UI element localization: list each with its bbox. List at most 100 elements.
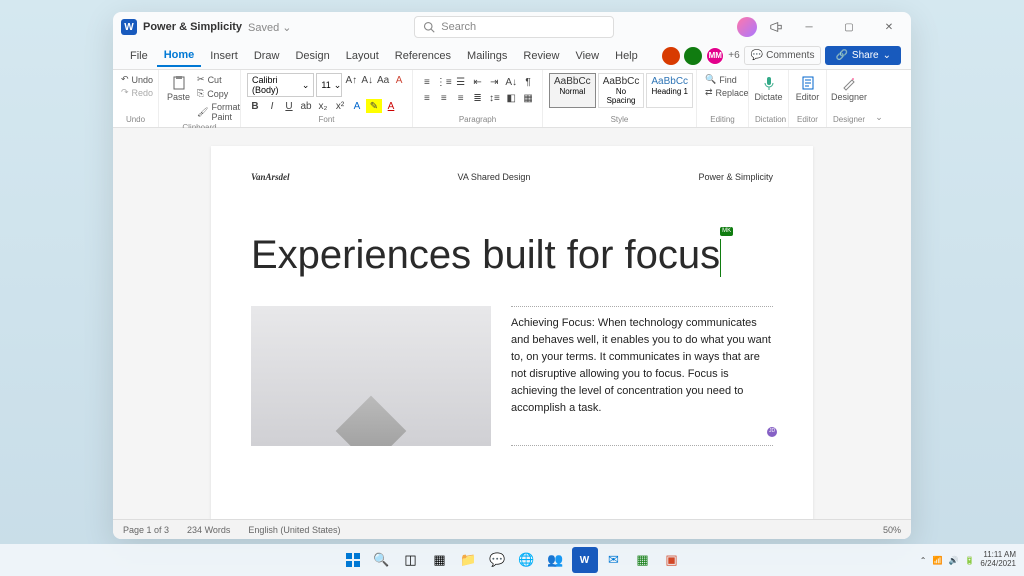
indent-left-button[interactable]: ⇤ (470, 75, 486, 89)
strike-button[interactable]: ab (298, 99, 314, 113)
tab-draw[interactable]: Draw (247, 46, 287, 66)
shading-button[interactable]: ◧ (503, 91, 519, 105)
show-marks-button[interactable]: ¶ (520, 75, 536, 89)
collab-avatar-3[interactable]: MM (706, 47, 724, 65)
tab-file[interactable]: File (123, 46, 155, 66)
underline-button[interactable]: U (281, 99, 297, 113)
maximize-button[interactable]: ▢ (835, 16, 863, 38)
system-tray[interactable]: ⌃ 📶 🔊 🔋 11:11 AM6/24/2021 (920, 551, 1016, 569)
grow-font-button[interactable]: A↑ (344, 73, 358, 87)
group-paragraph: ≡ ⋮≡ ☰ ⇤ ⇥ A↓ ¶ ≡ ≡ ≡ ≣ ↕≡ ◧ ▦ Paragraph (413, 70, 543, 127)
minimize-button[interactable]: ─ (795, 16, 823, 38)
edge-icon[interactable]: 🌐 (514, 547, 540, 573)
doc-heading[interactable]: Experiences built for focusMK (251, 232, 773, 278)
shrink-font-button[interactable]: A↓ (360, 73, 374, 87)
style-no-spacing[interactable]: AaBbCcNo Spacing (598, 73, 645, 108)
megaphone-icon[interactable] (769, 20, 783, 34)
font-color-button[interactable]: A (383, 99, 399, 113)
profile-avatar[interactable] (737, 17, 757, 37)
tab-help[interactable]: Help (608, 46, 645, 66)
document-canvas[interactable]: VanArsdel VA Shared Design Power & Simpl… (113, 128, 911, 519)
justify-button[interactable]: ≣ (470, 91, 486, 105)
collab-avatar-1[interactable] (662, 47, 680, 65)
copy-button[interactable]: ⎘ Copy (195, 87, 242, 100)
line-spacing-button[interactable]: ↕≡ (486, 91, 502, 105)
tab-home[interactable]: Home (157, 45, 202, 67)
highlight-button[interactable]: ✎ (366, 99, 382, 113)
format-painter-button[interactable]: 🖌 Format Paint (195, 101, 242, 123)
cut-button[interactable]: ✂ Cut (195, 73, 242, 86)
indent-right-button[interactable]: ⇥ (486, 75, 502, 89)
dictate-button[interactable]: Dictate (755, 73, 782, 104)
font-size-select[interactable]: 11 ⌄ (316, 73, 342, 97)
tab-references[interactable]: References (388, 46, 458, 66)
find-button[interactable]: 🔍 Find (703, 73, 742, 86)
italic-button[interactable]: I (264, 99, 280, 113)
excel-icon[interactable]: ▦ (630, 547, 656, 573)
save-status[interactable]: Saved ⌄ (248, 21, 291, 34)
font-name-select[interactable]: Calibri (Body) ⌄ (247, 73, 314, 97)
collab-cursor: MK (720, 239, 721, 277)
designer-button[interactable]: Designer (833, 73, 865, 104)
group-undo: ↶ Undo ↷ Redo Undo (113, 70, 159, 127)
teams-icon[interactable]: 👥 (543, 547, 569, 573)
image-placeholder[interactable] (251, 306, 491, 446)
widgets-icon[interactable]: ▦ (427, 547, 453, 573)
powerpoint-icon[interactable]: ▣ (659, 547, 685, 573)
collab-avatar-2[interactable] (684, 47, 702, 65)
ribbon-collapse-button[interactable]: ⌄ (871, 70, 887, 127)
tab-design[interactable]: Design (288, 46, 336, 66)
share-button[interactable]: 🔗 Share ⌄ (825, 46, 901, 65)
wifi-icon[interactable]: 📶 (933, 556, 943, 565)
style-heading1[interactable]: AaBbCcHeading 1 (646, 73, 693, 108)
subscript-button[interactable]: x₂ (315, 99, 331, 113)
tab-insert[interactable]: Insert (203, 46, 245, 66)
doc-body[interactable]: Achieving Focus: When technology communi… (511, 306, 773, 446)
explorer-icon[interactable]: 📁 (456, 547, 482, 573)
status-words[interactable]: 234 Words (187, 525, 230, 535)
change-case-button[interactable]: Aa (376, 73, 390, 87)
search-input[interactable]: Search (414, 16, 614, 38)
sort-button[interactable]: A↓ (503, 75, 519, 89)
word-taskbar-icon[interactable]: W (572, 547, 598, 573)
status-page[interactable]: Page 1 of 3 (123, 525, 169, 535)
chat-icon[interactable]: 💬 (485, 547, 511, 573)
numbering-button[interactable]: ⋮≡ (436, 75, 452, 89)
tab-layout[interactable]: Layout (339, 46, 386, 66)
comments-button[interactable]: 💬 Comments (744, 46, 822, 65)
paste-button[interactable]: Paste (165, 73, 192, 104)
bold-button[interactable]: B (247, 99, 263, 113)
taskbar[interactable]: 🔍 ◫ ▦ 📁 💬 🌐 👥 W ✉ ▦ ▣ ⌃ 📶 🔊 🔋 11:11 AM6/… (0, 544, 1024, 576)
align-center-button[interactable]: ≡ (436, 91, 452, 105)
start-button[interactable] (340, 547, 366, 573)
tab-review[interactable]: Review (516, 46, 566, 66)
borders-button[interactable]: ▦ (520, 91, 536, 105)
taskview-icon[interactable]: ◫ (398, 547, 424, 573)
volume-icon[interactable]: 🔊 (948, 556, 958, 565)
collab-more[interactable]: +6 (728, 50, 739, 61)
style-normal[interactable]: AaBbCcNormal (549, 73, 596, 108)
close-button[interactable]: ✕ (875, 16, 903, 38)
tab-mailings[interactable]: Mailings (460, 46, 514, 66)
multilevel-button[interactable]: ☰ (453, 75, 469, 89)
align-left-button[interactable]: ≡ (419, 91, 435, 105)
tab-view[interactable]: View (568, 46, 606, 66)
bullets-button[interactable]: ≡ (419, 75, 435, 89)
outlook-icon[interactable]: ✉ (601, 547, 627, 573)
titlebar-right: ─ ▢ ✕ (737, 16, 903, 38)
undo-button[interactable]: ↶ Undo (119, 73, 152, 86)
group-styles: AaBbCcNormal AaBbCcNo Spacing AaBbCcHead… (543, 70, 697, 127)
text-effects-button[interactable]: A (349, 99, 365, 113)
tray-chevron-icon[interactable]: ⌃ (920, 556, 927, 565)
status-zoom[interactable]: 50% (883, 525, 901, 535)
clock[interactable]: 11:11 AM6/24/2021 (980, 551, 1016, 569)
clear-format-button[interactable]: A (392, 73, 406, 87)
superscript-button[interactable]: x² (332, 99, 348, 113)
battery-icon[interactable]: 🔋 (964, 556, 974, 565)
taskbar-search-icon[interactable]: 🔍 (369, 547, 395, 573)
redo-button[interactable]: ↷ Redo (119, 86, 152, 99)
editor-button[interactable]: Editor (795, 73, 820, 104)
status-lang[interactable]: English (United States) (248, 525, 340, 535)
align-right-button[interactable]: ≡ (453, 91, 469, 105)
replace-button[interactable]: ⇄ Replace (703, 86, 742, 99)
